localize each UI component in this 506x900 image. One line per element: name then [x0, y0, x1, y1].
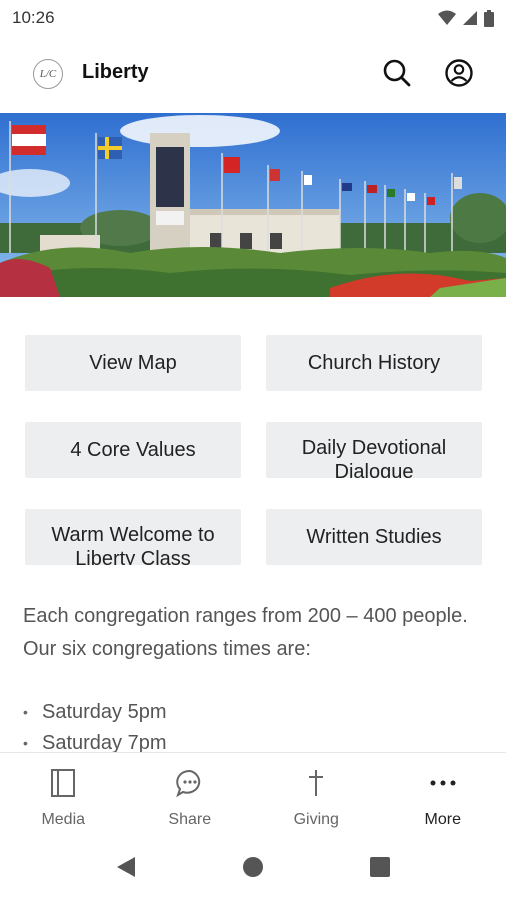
nav-item-share[interactable]: Share [127, 753, 254, 834]
back-button[interactable] [113, 854, 139, 880]
warm-welcome-label: Warm Welcome to Liberty Class [51, 524, 215, 565]
status-time: 10:26 [12, 8, 55, 27]
back-icon [117, 857, 135, 877]
view-map-label: View Map [89, 352, 177, 374]
nav-item-giving[interactable]: Giving [253, 753, 380, 834]
signal-icon [463, 11, 477, 25]
view-map-button[interactable]: View Map [25, 335, 241, 391]
wifi-icon [438, 10, 456, 25]
nav-item-more[interactable]: More [380, 753, 506, 834]
church-history-button[interactable]: Church History [266, 335, 482, 391]
app-header: L/C Liberty [0, 40, 506, 108]
core-values-button[interactable]: 4 Core Values [25, 422, 241, 478]
status-icons [438, 9, 494, 27]
warm-welcome-button[interactable]: Warm Welcome to Liberty Class [25, 509, 241, 565]
account-button[interactable] [442, 56, 476, 90]
church-history-label: Church History [307, 352, 441, 374]
written-studies-label: Written Studies [306, 526, 442, 548]
written-studies-button[interactable]: Written Studies [266, 509, 482, 565]
list-item: Saturday 5pm [23, 697, 483, 728]
book-icon [48, 767, 78, 799]
account-icon [445, 59, 473, 87]
more-icon [428, 767, 458, 799]
status-bar: 10:26 [0, 0, 506, 36]
core-values-label: 4 Core Values [70, 439, 196, 461]
church-banner-image [0, 113, 506, 297]
daily-devotional-label: Daily Devotional Dialogue [301, 437, 447, 478]
recents-icon [370, 857, 390, 877]
cross-icon [301, 767, 331, 799]
search-icon [383, 59, 411, 87]
system-nav-bar [0, 834, 506, 900]
app-logo: L/C [33, 59, 63, 89]
nav-label-share: Share [168, 811, 212, 828]
app-title: Liberty [82, 61, 149, 83]
battery-icon [484, 9, 494, 27]
nav-label-more: More [424, 811, 461, 828]
nav-item-media[interactable]: Media [0, 753, 127, 834]
search-button[interactable] [380, 56, 414, 90]
congregation-times-list: Saturday 5pm Saturday 7pm [23, 697, 483, 759]
congregation-paragraph: Each congregation ranges from 200 – 400 … [23, 605, 468, 660]
bottom-nav: Media Share Giving More [0, 752, 506, 834]
chat-icon [175, 767, 205, 799]
recents-button[interactable] [367, 854, 393, 880]
nav-label-media: Media [41, 811, 86, 828]
nav-label-giving: Giving [293, 811, 339, 828]
home-icon [243, 857, 263, 877]
daily-devotional-button[interactable]: Daily Devotional Dialogue [266, 422, 482, 478]
home-button[interactable] [240, 854, 266, 880]
